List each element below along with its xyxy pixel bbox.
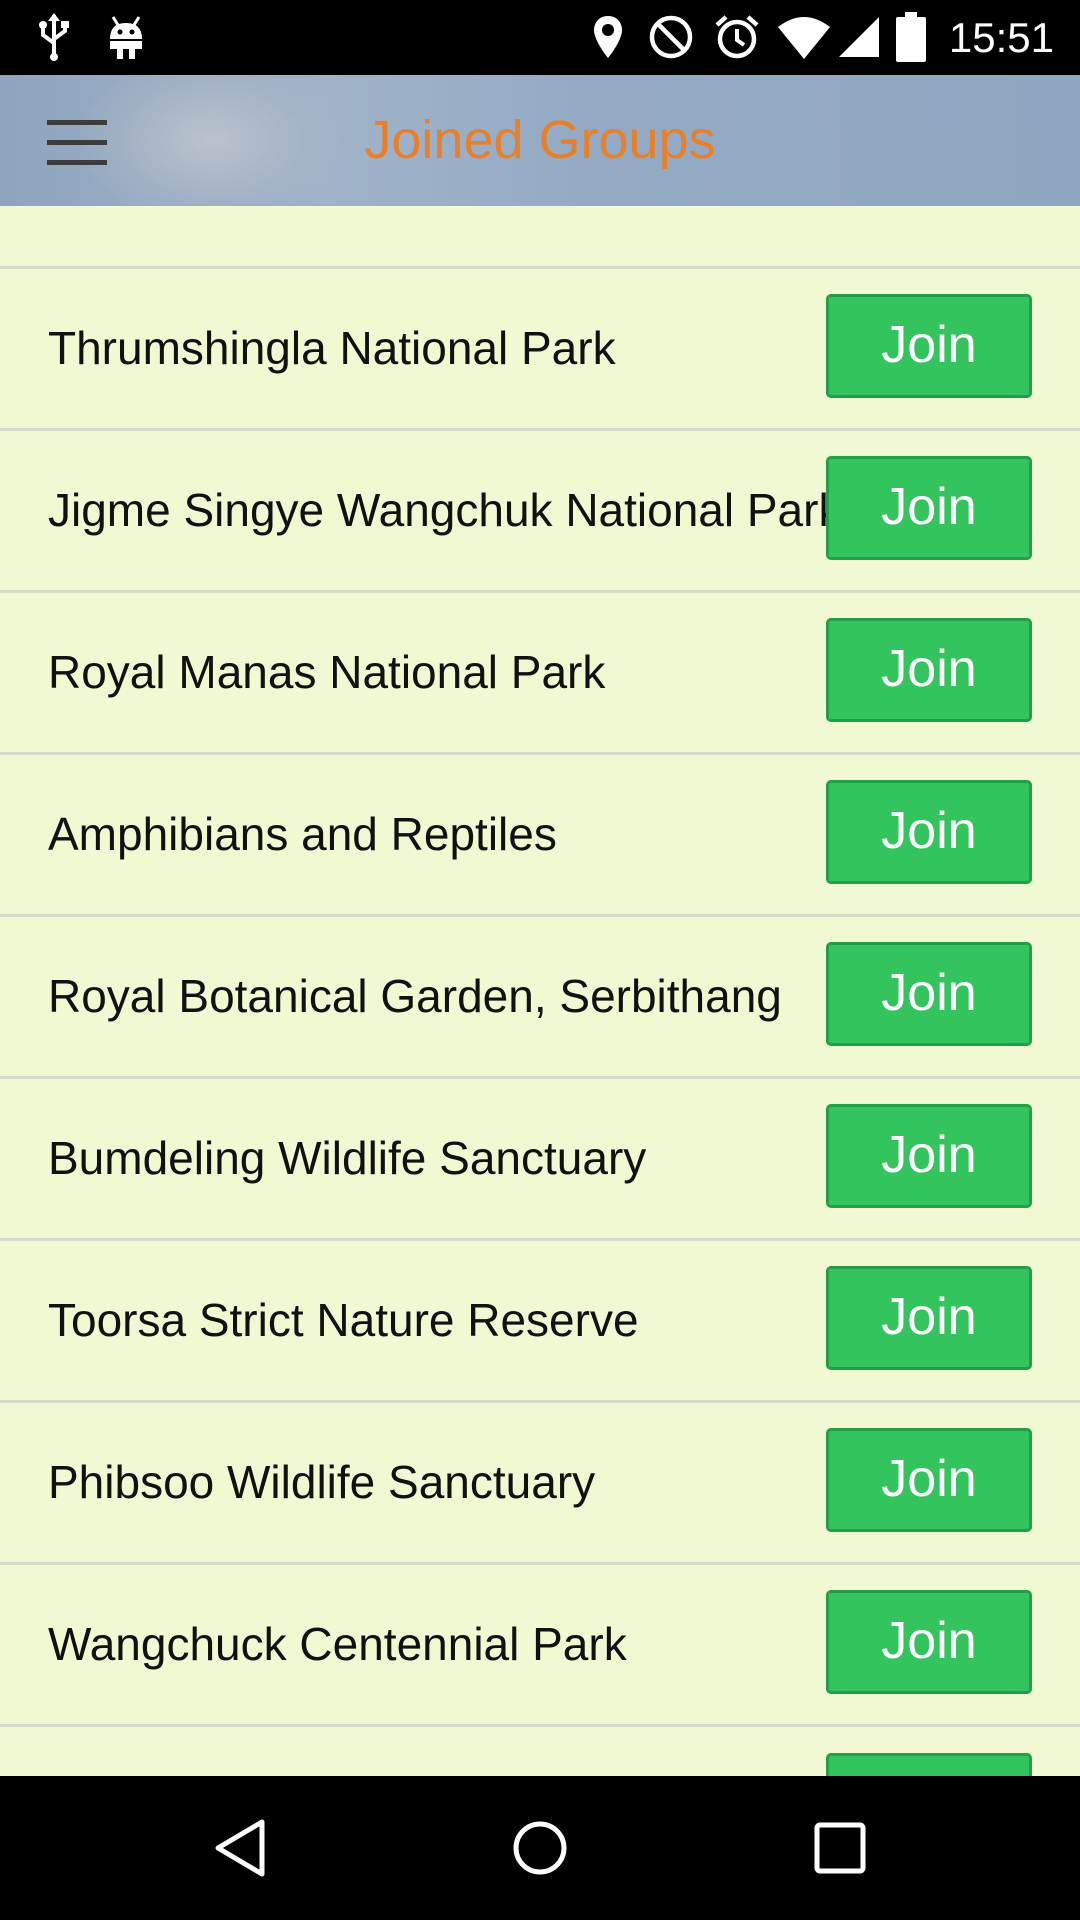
- hamburger-menu-icon[interactable]: [40, 105, 114, 179]
- list-item: Bumdeling Wildlife Sanctuary Join: [0, 1079, 1080, 1241]
- battery-icon: [894, 12, 928, 62]
- screen: 15:51 Joined Groups Thrumshingla Nationa…: [0, 0, 1080, 1920]
- join-button[interactable]: Join: [826, 780, 1032, 884]
- list-item: Jigme Singye Wangchuk National Park Join: [0, 431, 1080, 593]
- android-debug-icon: [106, 12, 146, 62]
- join-button[interactable]: Join: [826, 1428, 1032, 1532]
- list-item-partial: [0, 1727, 1080, 1776]
- group-list[interactable]: Thrumshingla National Park Join Jigme Si…: [0, 206, 1080, 1776]
- group-name: Toorsa Strict Nature Reserve: [48, 1294, 639, 1346]
- signal-icon: [836, 12, 882, 62]
- group-name: Amphibians and Reptiles: [48, 808, 557, 860]
- group-name: Royal Botanical Garden, Serbithang: [48, 970, 782, 1022]
- join-button[interactable]: Join: [826, 1104, 1032, 1208]
- list-item: Royal Manas National Park Join: [0, 593, 1080, 755]
- group-name: Bumdeling Wildlife Sanctuary: [48, 1132, 647, 1184]
- list-item: Thrumshingla National Park Join: [0, 269, 1080, 431]
- join-button[interactable]: Join: [826, 1590, 1032, 1694]
- group-name: Royal Manas National Park: [48, 646, 606, 698]
- join-button[interactable]: Join: [826, 1266, 1032, 1370]
- recents-icon[interactable]: [795, 1803, 885, 1893]
- list-item: Amphibians and Reptiles Join: [0, 755, 1080, 917]
- location-icon: [588, 12, 628, 62]
- list-item: Wangchuck Centennial Park Join: [0, 1565, 1080, 1727]
- usb-icon: [34, 12, 74, 62]
- navigation-bar: [0, 1776, 1080, 1920]
- join-button[interactable]: Join: [826, 294, 1032, 398]
- back-icon[interactable]: [195, 1803, 285, 1893]
- alarm-icon: [714, 12, 760, 62]
- page-title: Joined Groups: [364, 110, 716, 170]
- list-item: Phibsoo Wildlife Sanctuary Join: [0, 1403, 1080, 1565]
- join-button[interactable]: Join: [826, 618, 1032, 722]
- status-bar: 15:51: [0, 0, 1080, 75]
- list-item: Royal Botanical Garden, Serbithang Join: [0, 917, 1080, 1079]
- status-time: 15:51: [948, 14, 1054, 61]
- wifi-icon: [776, 12, 832, 62]
- list-top-spacer: [0, 206, 1080, 269]
- join-button[interactable]: Join: [826, 942, 1032, 1046]
- join-button[interactable]: [826, 1753, 1032, 1776]
- list-item: Toorsa Strict Nature Reserve Join: [0, 1241, 1080, 1403]
- group-name: Jigme Singye Wangchuk National Park: [48, 484, 828, 536]
- group-name: Wangchuck Centennial Park: [48, 1618, 627, 1670]
- group-name: Phibsoo Wildlife Sanctuary: [48, 1456, 596, 1508]
- home-icon[interactable]: [495, 1803, 585, 1893]
- do-not-disturb-icon: [648, 12, 694, 62]
- join-button[interactable]: Join: [826, 456, 1032, 560]
- group-name: Thrumshingla National Park: [48, 322, 616, 374]
- app-bar: Joined Groups: [0, 75, 1080, 206]
